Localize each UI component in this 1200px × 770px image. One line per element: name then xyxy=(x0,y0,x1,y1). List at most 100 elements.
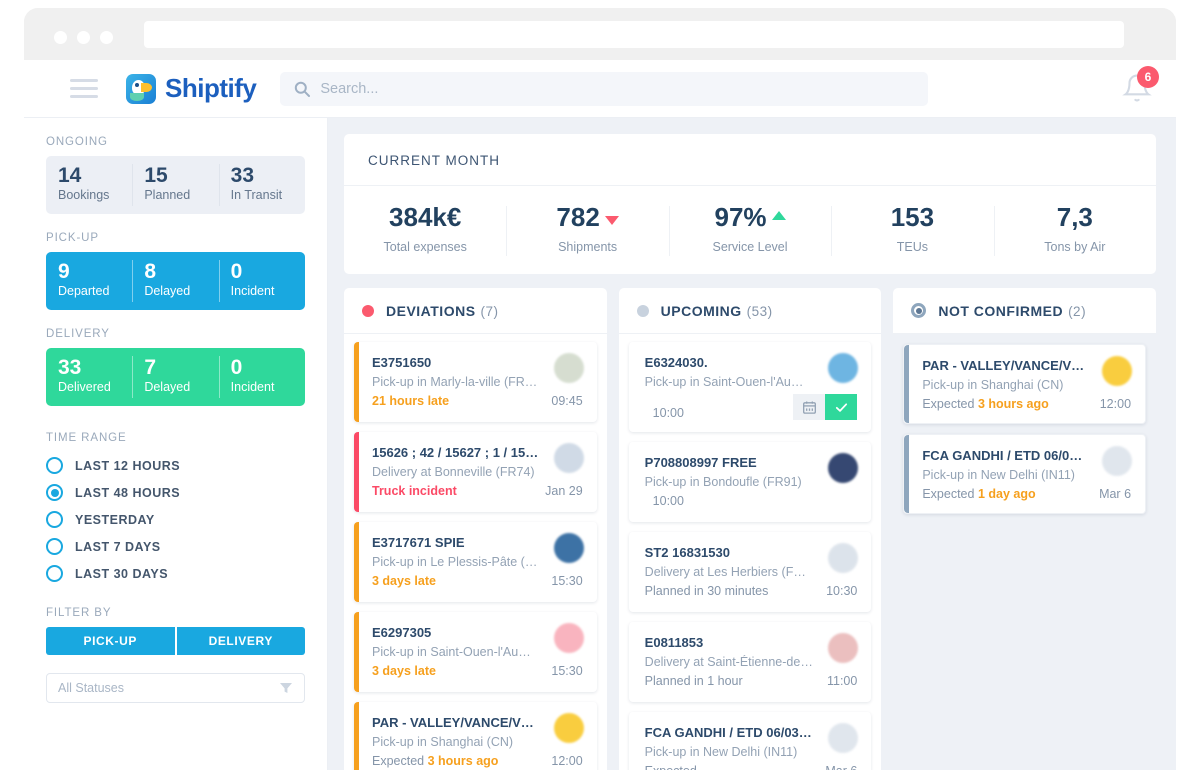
shipment-card[interactable]: P708808997 FREEPick-up in Bondoufle (FR9… xyxy=(629,442,872,522)
shipment-card[interactable]: E3751650Pick-up in Marly-la-ville (FR95)… xyxy=(354,342,597,422)
url-bar[interactable] xyxy=(144,21,1124,48)
stat-cell-in-transit[interactable]: 33 In Transit xyxy=(219,156,305,214)
stat-value: 33 xyxy=(231,165,305,187)
brand-logo[interactable]: Shiptify xyxy=(126,73,256,104)
kpi-total-expenses: 384k€ Total expenses xyxy=(344,202,506,254)
column-title: NOT CONFIRMED(2) xyxy=(938,303,1086,319)
column-header-not-confirmed: NOT CONFIRMED(2) xyxy=(893,288,1156,334)
stat-cell-departed[interactable]: 9 Departed xyxy=(46,252,132,310)
column-count: (7) xyxy=(481,304,499,319)
shipment-card[interactable]: 15626 ; 42 / 15627 ; 1 / 15630 ; ...Deli… xyxy=(354,432,597,512)
kpi-tons-by-air: 7,3 Tons by Air xyxy=(994,202,1156,254)
search-placeholder: Search... xyxy=(320,81,378,97)
card-footer: Truck incidentJan 29 xyxy=(372,484,583,498)
carrier-logo-icon xyxy=(554,353,584,383)
card-status: Expected 3 hours ago xyxy=(922,397,1048,411)
stat-value: 0 xyxy=(231,357,305,379)
card-time: 12:00 xyxy=(551,754,582,768)
body-split: ONGOING 14 Bookings 15 Planned 33 In Tra… xyxy=(24,118,1176,770)
window-maximize-button[interactable] xyxy=(100,31,113,44)
search-input[interactable]: Search... xyxy=(280,72,928,106)
card-accent-bar xyxy=(354,612,359,692)
stat-cell-delayed[interactable]: 8 Delayed xyxy=(132,252,218,310)
card-footer: Planned in 30 minutes10:30 xyxy=(645,584,858,598)
card-reference: PAR - VALLEY/VANCE/VERCOR xyxy=(922,358,1131,373)
stat-cell-bookings[interactable]: 14 Bookings xyxy=(46,156,132,214)
radio-icon xyxy=(46,457,63,474)
kpi-caption: Service Level xyxy=(669,240,831,254)
sidebar: ONGOING 14 Bookings 15 Planned 33 In Tra… xyxy=(24,118,328,770)
shipment-card[interactable]: PAR - VALLEY/VANCE/VERCORPick-up in Shan… xyxy=(903,344,1146,424)
radio-last-7-days[interactable]: LAST 7 DAYS xyxy=(46,533,305,560)
card-footer: ExpectedMar 6 xyxy=(645,764,858,770)
card-reference: E6297305 xyxy=(372,625,583,640)
filter-segment-delivery[interactable]: DELIVERY xyxy=(175,627,306,655)
card-reference: E0811853 xyxy=(645,635,858,650)
stat-value: 0 xyxy=(231,261,305,283)
status-dot-icon xyxy=(637,305,649,317)
shipment-card[interactable]: FCA GANDHI / ETD 06/03 / 752....Pick-up … xyxy=(629,712,872,770)
column-header-deviations: DEVIATIONS(7) xyxy=(344,288,607,334)
radio-icon xyxy=(46,511,63,528)
status-dot-icon xyxy=(911,303,926,318)
column-body-upcoming: E6324030.Pick-up in Saint-Ouen-l'Aumône.… xyxy=(619,334,882,770)
card-status: 10:00 xyxy=(645,406,684,420)
card-accent-bar xyxy=(904,345,909,423)
card-reference: ST2 16831530 xyxy=(645,545,858,560)
kpi-card-title: CURRENT MONTH xyxy=(344,134,1156,186)
radio-yesterday[interactable]: YESTERDAY xyxy=(46,506,305,533)
stat-caption: In Transit xyxy=(231,188,305,202)
shipment-card[interactable]: E6297305Pick-up in Saint-Ouen-l'Aumône..… xyxy=(354,612,597,692)
carrier-logo-icon xyxy=(554,443,584,473)
stat-cell-incident[interactable]: 0 Incident xyxy=(219,348,305,406)
stat-caption: Bookings xyxy=(58,188,132,202)
stat-value: 7 xyxy=(144,357,218,379)
carrier-logo-icon xyxy=(1102,356,1132,386)
radio-icon xyxy=(46,565,63,582)
shipment-card[interactable]: E0811853Delivery at Saint-Étienne-de-M..… xyxy=(629,622,872,702)
shipment-card[interactable]: FCA GANDHI / ETD 06/03 / 752....Pick-up … xyxy=(903,434,1146,514)
confirm-button[interactable] xyxy=(825,394,857,420)
card-status: Truck incident xyxy=(372,484,457,498)
stat-caption: Incident xyxy=(231,380,305,394)
stat-cell-delayed[interactable]: 7 Delayed xyxy=(132,348,218,406)
card-location: Delivery at Les Herbiers (FR85) xyxy=(645,565,858,579)
hamburger-icon[interactable] xyxy=(70,79,98,98)
column-title: UPCOMING(53) xyxy=(661,303,773,319)
window-close-button[interactable] xyxy=(54,31,67,44)
shipment-card[interactable]: ST2 16831530 Delivery at Les Herbiers (FR… xyxy=(629,532,872,612)
notifications-button[interactable]: 6 xyxy=(1122,73,1152,108)
status-filter-select[interactable]: All Statuses xyxy=(46,673,305,703)
radio-last-12-hours[interactable]: LAST 12 HOURS xyxy=(46,452,305,479)
card-reference: FCA GANDHI / ETD 06/03 / 752.... xyxy=(922,448,1131,463)
stat-caption: Departed xyxy=(58,284,132,298)
stat-cell-delivered[interactable]: 33 Delivered xyxy=(46,348,132,406)
card-status-highlight: 3 hours ago xyxy=(428,754,499,768)
stat-value: 9 xyxy=(58,261,132,283)
card-location: Pick-up in Marly-la-ville (FR95) xyxy=(372,375,583,389)
shiptify-bird-icon xyxy=(126,74,156,104)
card-status: Planned in 1 hour xyxy=(645,674,743,688)
stat-cell-incident[interactable]: 0 Incident xyxy=(219,252,305,310)
filter-segment-pickup[interactable]: PICK-UP xyxy=(46,627,175,655)
stat-caption: Delivered xyxy=(58,380,132,394)
column-not-confirmed: NOT CONFIRMED(2) PAR - VALLEY/VANCE/VERCO… xyxy=(893,288,1156,770)
card-location: Pick-up in Shanghai (CN) xyxy=(372,735,583,749)
radio-last-30-days[interactable]: LAST 30 DAYS xyxy=(46,560,305,587)
radio-last-48-hours[interactable]: LAST 48 HOURS xyxy=(46,479,305,506)
card-reference: FCA GANDHI / ETD 06/03 / 752.... xyxy=(645,725,858,740)
window-minimize-button[interactable] xyxy=(77,31,90,44)
kpi-caption: Shipments xyxy=(506,240,668,254)
card-reference: PAR - VALLEY/VANCE/VERCOR xyxy=(372,715,583,730)
shipment-card[interactable]: E3717671 SPIEPick-up in Le Plessis-Pâte … xyxy=(354,522,597,602)
column-header-upcoming: UPCOMING(53) xyxy=(619,288,882,334)
stat-cell-planned[interactable]: 15 Planned xyxy=(132,156,218,214)
radio-label: LAST 48 HOURS xyxy=(75,486,180,500)
shipment-card[interactable]: E6324030.Pick-up in Saint-Ouen-l'Aumône.… xyxy=(629,342,872,432)
card-time: 12:00 xyxy=(1100,397,1131,411)
shipment-card[interactable]: PAR - VALLEY/VANCE/VERCOR Pick-up in Shan… xyxy=(354,702,597,770)
card-footer: 3 days late15:30 xyxy=(372,664,583,678)
kpi-row: 384k€ Total expenses 782 Shipments xyxy=(344,186,1156,274)
reschedule-button[interactable] xyxy=(793,394,825,420)
card-location: Pick-up in Bondoufle (FR91) xyxy=(645,475,858,489)
